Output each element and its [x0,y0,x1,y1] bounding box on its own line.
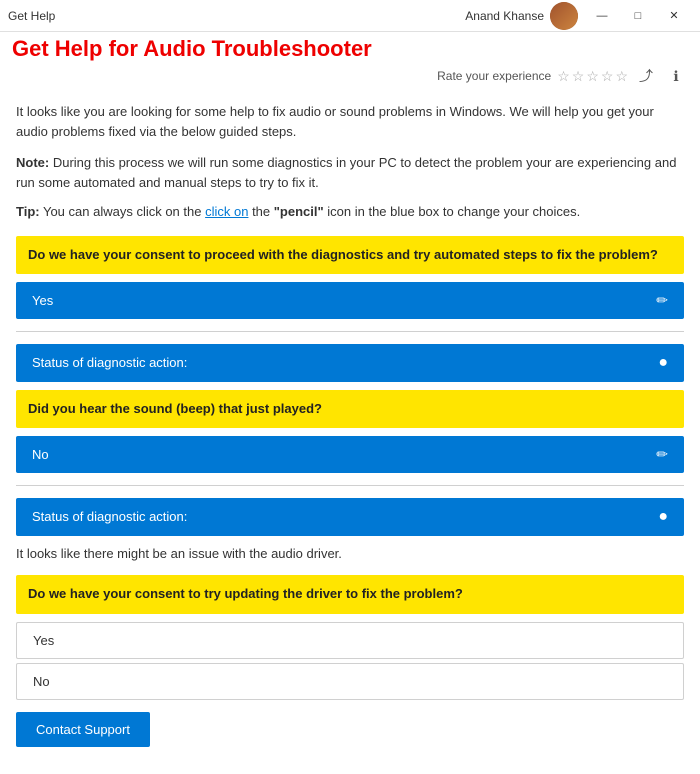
star-4[interactable]: ☆ [601,68,614,85]
question-box-3: Do we have your consent to try updating … [16,575,684,613]
title-bar: Get Help Anand Khanse — □ ✕ [0,0,700,32]
status-bar-1: Status of diagnostic action: ● [16,344,684,382]
answer-button-no-1[interactable]: No ✏ [16,436,684,473]
answer-button-yes-1[interactable]: Yes ✏ [16,282,684,319]
page-title: Get Help for Audio Troubleshooter [12,36,688,62]
title-bar-right: Anand Khanse — □ ✕ [465,2,692,30]
contact-support-button[interactable]: Contact Support [16,712,150,747]
user-name: Anand Khanse [465,9,544,23]
note-label: Note: [16,155,49,170]
star-rating[interactable]: ☆ ☆ ☆ ☆ ☆ [557,68,628,85]
status-check-icon-1: ● [658,354,668,372]
app-header: Get Help for Audio Troubleshooter Rate y… [0,32,700,94]
app-name: Get Help [8,9,55,23]
star-2[interactable]: ☆ [572,68,585,85]
tip-click-link[interactable]: click on [205,204,248,219]
content-area: It looks like you are looking for some h… [0,94,700,774]
answer-option-yes[interactable]: Yes [16,622,684,659]
star-1[interactable]: ☆ [557,68,570,85]
status-bar-2: Status of diagnostic action: ● [16,498,684,536]
maximize-button[interactable]: □ [620,2,656,30]
answer-yes-1-label: Yes [32,293,53,308]
tip-label: Tip: [16,204,40,219]
pencil-icon-2: ✏ [656,446,668,463]
pencil-quoted: "pencil" [274,204,324,219]
avatar-image [550,2,578,30]
star-5[interactable]: ☆ [615,68,628,85]
star-3[interactable]: ☆ [586,68,599,85]
option-no-label: No [33,674,50,689]
pencil-icon-1: ✏ [656,292,668,309]
rating-label: Rate your experience [437,69,551,83]
divider-1 [16,331,684,332]
tip-text-end: icon in the blue box to change your choi… [324,204,581,219]
note-body: During this process we will run some dia… [16,155,676,190]
info-icon[interactable]: ℹ [664,64,688,88]
answer-option-no[interactable]: No [16,663,684,700]
tip-body: You can always click on the [40,204,206,219]
question-box-1: Do we have your consent to proceed with … [16,236,684,274]
status-label-2: Status of diagnostic action: [32,509,187,524]
question-box-2: Did you hear the sound (beep) that just … [16,390,684,428]
status-label-1: Status of diagnostic action: [32,355,187,370]
avatar [550,2,578,30]
rating-bar: Rate your experience ☆ ☆ ☆ ☆ ☆ ⤴ ℹ [12,64,688,88]
option-yes-label: Yes [33,633,54,648]
close-button[interactable]: ✕ [656,2,692,30]
note-text: Note: During this process we will run so… [16,153,684,192]
status-check-icon-2: ● [658,508,668,526]
window-controls: — □ ✕ [584,2,692,30]
intro-text: It looks like you are looking for some h… [16,102,684,141]
share-icon[interactable]: ⤴ [634,64,658,88]
tip-text: Tip: You can always click on the click o… [16,202,684,222]
issue-text: It looks like there might be an issue wi… [16,544,684,564]
minimize-button[interactable]: — [584,2,620,30]
answer-no-1-label: No [32,447,49,462]
divider-2 [16,485,684,486]
